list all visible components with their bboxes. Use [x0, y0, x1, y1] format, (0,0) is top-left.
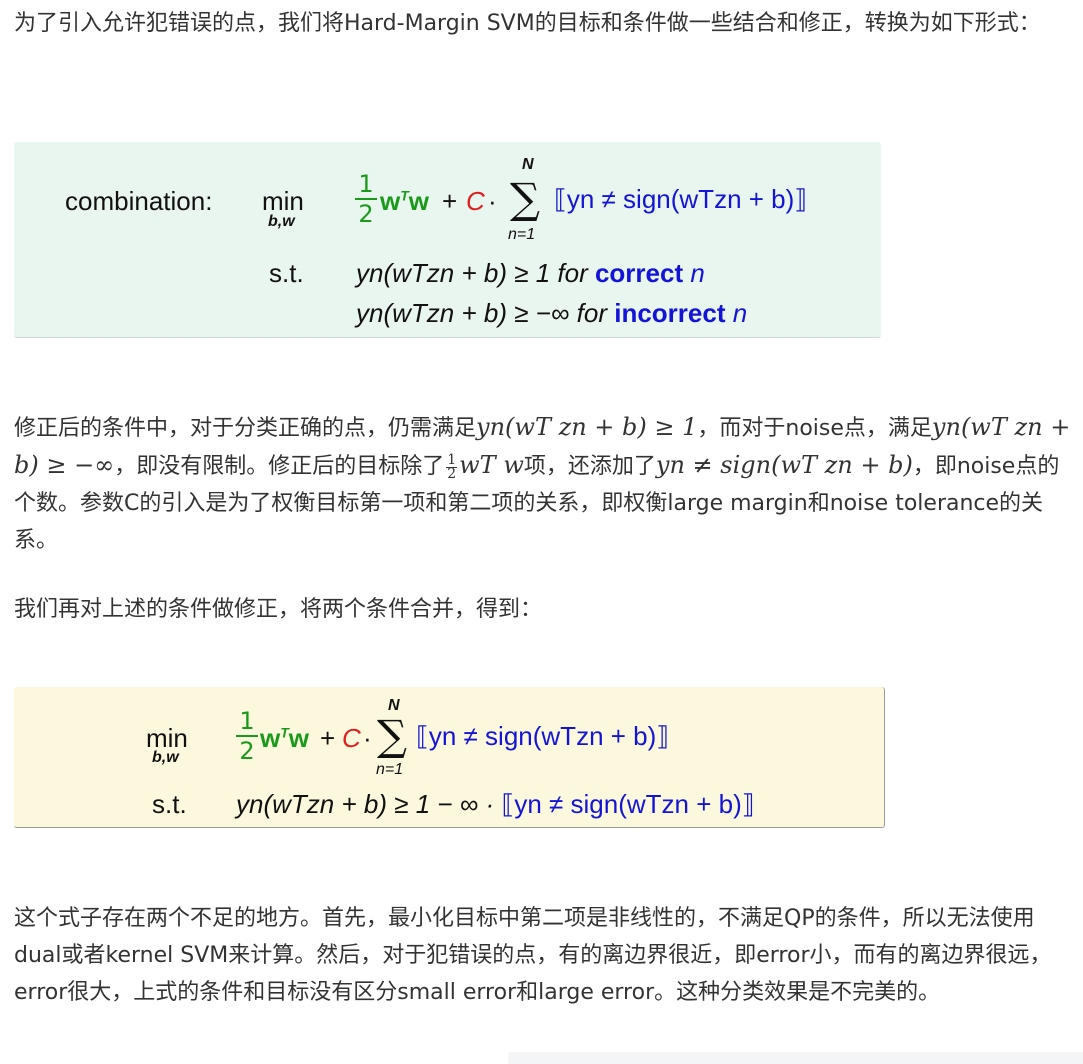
- math-constraint-correct: yn(wT zn + b) ≥ 1: [476, 413, 698, 441]
- merged-constraint: yn(wTzn + b) ≥ 1 − ∞ · ⟦yn ≠ sign(wTzn +…: [236, 789, 755, 819]
- half-numerator: 1: [358, 170, 374, 198]
- half-fraction: 1 2: [236, 709, 258, 763]
- w-symbol: wTw: [380, 186, 430, 216]
- min-subscript: b,w: [268, 213, 295, 230]
- inline-half: 12: [446, 451, 458, 482]
- shortcoming-paragraph: 这个式子存在两个不足的地方。首先，最小化目标中第二项是非线性的，不满足QP的条件…: [14, 906, 1052, 1005]
- merged-formula-box: min b,w 1 2 wTw + C · N ∑ n=1 ⟦yn ≠ sign…: [14, 687, 885, 828]
- half-fraction: 1 2: [355, 172, 377, 226]
- combination-formula-box: combination: min b,w 1 2 wTw + C · N ∑ n…: [14, 142, 881, 338]
- sum-lower: n=1: [376, 761, 404, 778]
- cdot: ·: [363, 723, 372, 753]
- indicator-term: ⟦yn ≠ sign(wTzn + b)⟧: [416, 721, 670, 751]
- math-indicator: yn ≠ sign(wT zn + b): [655, 451, 913, 479]
- constraint-incorrect: yn(wTzn + b) ≥ −∞ for incorrect n: [356, 298, 748, 328]
- sum-icon: ∑: [377, 711, 407, 760]
- constraint-correct: yn(wTzn + b) ≥ 1 for correct n: [356, 258, 705, 288]
- c-parameter: C: [342, 723, 361, 753]
- bottom-panel-edge: [508, 1052, 1083, 1064]
- w-symbol: wTw: [260, 723, 310, 753]
- plus-sign: +: [442, 186, 458, 216]
- cdot: ·: [488, 186, 497, 216]
- sum-lower: n=1: [508, 226, 536, 243]
- st-label: s.t.: [152, 789, 187, 819]
- combination-label: combination:: [65, 186, 213, 216]
- math-wtw: wT w: [459, 451, 524, 479]
- plus-sign: +: [320, 723, 336, 753]
- c-parameter: C: [466, 186, 485, 216]
- min-subscript: b,w: [152, 749, 179, 766]
- st-label: s.t.: [269, 258, 304, 288]
- half-denominator: 2: [358, 200, 374, 228]
- merge-paragraph: 我们再对上述的条件做修正，将两个条件合并，得到：: [14, 597, 543, 622]
- sum-icon: ∑: [510, 174, 540, 223]
- explanation-paragraph: 修正后的条件中，对于分类正确的点，仍需满足yn(wT zn + b) ≥ 1，而…: [14, 413, 1071, 553]
- indicator-term: ⟦yn ≠ sign(wTzn + b)⟧: [554, 184, 808, 214]
- intro-paragraph: 为了引入允许犯错误的点，我们将Hard-Margin SVM的目标和条件做一些结…: [14, 11, 1041, 36]
- sum-upper: N: [522, 156, 534, 173]
